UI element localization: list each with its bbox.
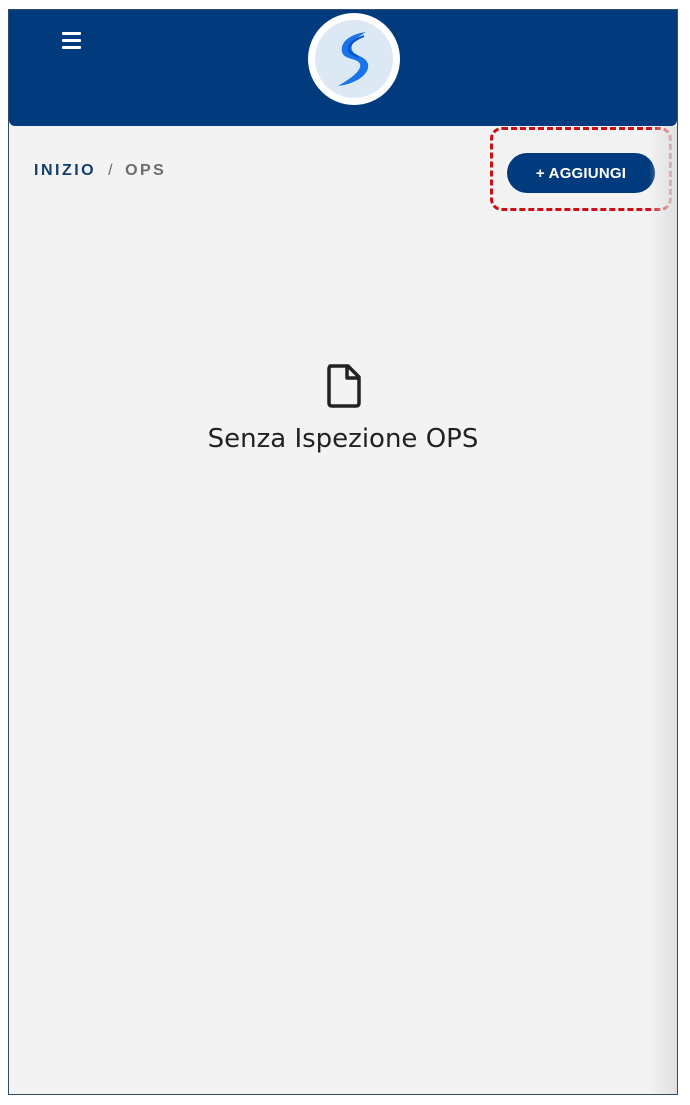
breadcrumb-separator: / xyxy=(108,162,116,179)
empty-state-message: Senza Ispezione OPS xyxy=(207,424,479,454)
breadcrumb-current: OPS xyxy=(125,162,167,179)
logo-badge xyxy=(315,20,393,98)
hamburger-menu-icon[interactable] xyxy=(59,28,85,52)
scroll-shadow xyxy=(649,126,677,1094)
breadcrumb: INIZIO / OPS xyxy=(34,162,166,180)
logo-swirl-icon xyxy=(338,32,369,86)
menu-line xyxy=(62,38,81,42)
menu-line xyxy=(62,45,81,49)
app-frame: INIZIO / OPS + AGGIUNGI Senza Ispezione … xyxy=(8,9,678,1095)
breadcrumb-home[interactable]: INIZIO xyxy=(34,162,96,180)
file-icon xyxy=(327,364,361,408)
menu-line xyxy=(62,31,81,35)
app-logo[interactable] xyxy=(308,13,400,105)
app-header xyxy=(9,10,677,126)
add-button[interactable]: + AGGIUNGI xyxy=(507,153,655,193)
